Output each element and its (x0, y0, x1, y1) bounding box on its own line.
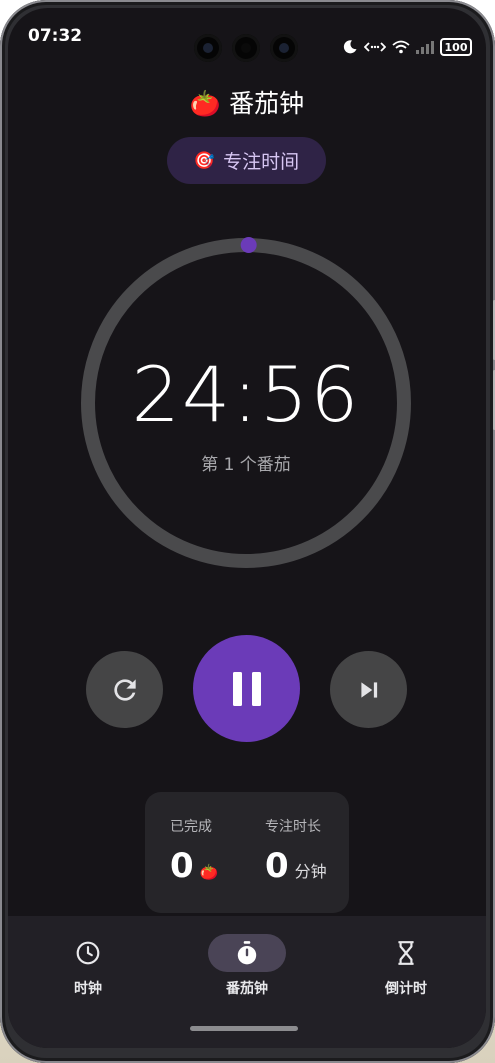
clock-icon (76, 941, 100, 965)
signal-icon (416, 40, 434, 54)
mode-chip[interactable]: 🎯 专注时间 (167, 137, 326, 184)
skip-button[interactable] (330, 651, 407, 728)
status-icons: 100 (342, 38, 472, 56)
moon-icon (343, 40, 357, 54)
pause-button[interactable] (193, 635, 300, 742)
page-title: 🍅 番茄钟 (8, 84, 486, 120)
stopwatch-icon (237, 941, 257, 965)
completed-stat: 已完成 0 🍅 (170, 816, 218, 886)
focus-duration-label: 专注时长 (265, 819, 321, 835)
battery-icon: 100 (440, 38, 472, 56)
completed-label: 已完成 (170, 819, 212, 835)
focus-duration-stat: 专注时长 0 分钟 (265, 816, 327, 886)
refresh-icon (113, 678, 136, 701)
wifi-icon (392, 40, 410, 54)
nav-item-countdown[interactable]: 倒计时 (356, 934, 456, 998)
focus-duration-value: 0 (265, 846, 289, 886)
data-transfer-icon (364, 42, 386, 52)
nav-label: 时钟 (74, 981, 102, 997)
tomato-icon: 🍅 (189, 89, 222, 118)
focus-duration-unit: 分钟 (294, 862, 327, 881)
nav-item-clock[interactable]: 时钟 (38, 934, 138, 998)
skip-next-icon (360, 681, 377, 698)
page-title-text: 番茄钟 (229, 89, 305, 118)
status-time: 07:32 (28, 26, 83, 46)
camera-icon (270, 34, 298, 62)
nav-item-pomodoro[interactable]: 番茄钟 (197, 934, 297, 998)
phone-frame: 07:32 100 🍅 番茄钟 🎯 专注时间 24:56 第 1 个番茄 已完成… (0, 0, 495, 1063)
session-label: 第 1 个番茄 (201, 455, 291, 475)
progress-indicator (240, 237, 257, 254)
screen: 07:32 100 🍅 番茄钟 🎯 专注时间 24:56 第 1 个番茄 已完成… (8, 8, 486, 1048)
camera-icon (232, 34, 260, 62)
hourglass-icon (398, 941, 414, 965)
timer-display: 24:56 (131, 350, 361, 439)
pause-icon (232, 671, 261, 706)
nav-label: 番茄钟 (226, 981, 268, 997)
target-icon: 🎯 (193, 150, 216, 171)
stats-card: 已完成 0 🍅 专注时长 0 分钟 (145, 792, 349, 913)
camera-cluster (194, 34, 298, 62)
home-indicator[interactable] (190, 1026, 298, 1031)
tomato-icon: 🍅 (199, 863, 219, 881)
mode-chip-label: 专注时间 (223, 151, 300, 173)
completed-value: 0 (170, 846, 194, 886)
nav-label: 倒计时 (385, 981, 427, 997)
status-bar: 07:32 100 (8, 8, 486, 62)
reset-button[interactable] (86, 651, 163, 728)
camera-icon (194, 34, 222, 62)
